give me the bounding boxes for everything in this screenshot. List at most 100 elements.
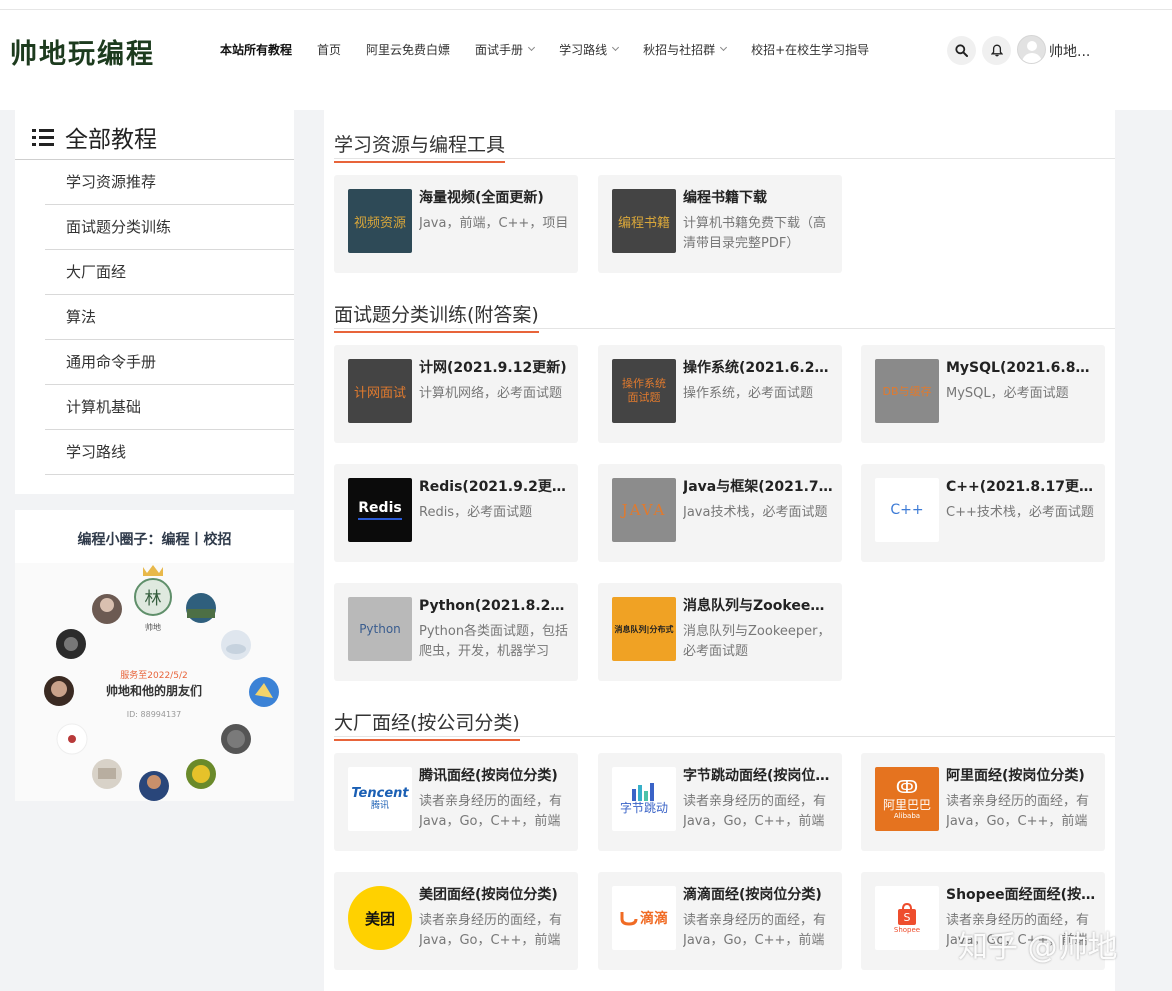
sidebar-item-algorithms[interactable]: 算法: [45, 295, 294, 340]
circle-service-text: 服务至2022/5/2: [120, 669, 187, 681]
python-thumbnail: Python: [348, 597, 412, 661]
card-description: 计算机书籍免费下载（高清带目录完整PDF）: [683, 216, 827, 251]
nav-interview-manual[interactable]: 面试手册: [475, 41, 536, 58]
mysql-thumbnail: DB与缓存: [875, 359, 939, 423]
mq-thumbnail: 消息队列|分布式: [612, 597, 676, 661]
card-description: 操作系统，必考面试题: [683, 386, 814, 401]
book-thumbnail: 编程书籍: [612, 189, 676, 253]
circle-owner: 帅地: [145, 622, 161, 632]
sidebar-item-learning-path[interactable]: 学习路线: [45, 430, 294, 475]
site-header: 帅地玩编程 本站所有教程 首页 阿里云免费白嫖 面试手册 学习路线 秋招与社招群…: [0, 10, 1172, 110]
network-thumbnail: 计网面试: [348, 359, 412, 423]
video-thumbnail: 视频资源: [348, 189, 412, 253]
card-description: C++技术栈，必考面试题: [946, 505, 1094, 520]
meituan-logo: 美团: [348, 886, 412, 950]
nav-label: 学习路线: [559, 43, 608, 57]
zhihu-watermark: 知乎 @帅地: [958, 930, 1118, 965]
nav-label: 阿里云免费白嫖: [366, 43, 451, 57]
search-button[interactable]: [947, 36, 976, 65]
main-content: 学习资源与编程工具 视频资源 海量视频(全面更新) Java，前端，C++，项目…: [324, 110, 1115, 991]
card-title: 消息队列与Zookeeper: [683, 598, 833, 614]
nav-home[interactable]: 首页: [317, 41, 341, 58]
card-description: Java，前端，C++，项目: [419, 216, 569, 231]
card-cpp[interactable]: C++ C++(2021.8.17更新) C++技术栈，必考面试题: [861, 464, 1105, 562]
divider: [334, 158, 1115, 159]
divider: [334, 328, 1115, 329]
shopee-logo: S Shopee: [875, 886, 939, 950]
chevron-down-icon: [720, 43, 728, 52]
search-icon: [955, 44, 968, 57]
card-tencent[interactable]: Tencent 腾讯 腾讯面经(按岗位分类) 读者亲身经历的面经，有Java，G…: [334, 753, 578, 851]
circle-title: 编程小圈子：编程丨校招: [77, 532, 232, 548]
os-thumbnail: 操作系统面试题: [612, 359, 676, 423]
nav-label: 校招+在校生学习指导: [751, 43, 870, 57]
card-meituan[interactable]: 美团 美团面经(按岗位分类) 读者亲身经历的面经，有Java，Go，C++，前端: [334, 872, 578, 970]
sidebar-title: 全部教程: [32, 120, 157, 154]
card-redis[interactable]: Redis Redis(2021.9.2更新,全) Redis，必考面试题: [334, 464, 578, 562]
card-description: 消息队列与Zookeeper，必考面试题: [683, 624, 831, 659]
nav-label: 秋招与社招群: [643, 43, 716, 57]
circle-group-id: ID: 88994137: [127, 710, 181, 719]
card-videos[interactable]: 视频资源 海量视频(全面更新) Java，前端，C++，项目: [334, 175, 578, 273]
card-python[interactable]: Python Python(2021.8.27更新) Python各类面试题，包…: [334, 583, 578, 681]
card-title: Shopee面经面经(按岗位分类): [946, 887, 1096, 903]
java-thumbnail: JAVA: [612, 478, 676, 542]
sidebar-item-commands[interactable]: 通用命令手册: [45, 340, 294, 385]
card-description: 读者亲身经历的面经，有Java，Go，C++，前端: [419, 794, 563, 829]
card-description: Redis，必考面试题: [419, 505, 533, 520]
browser-top-strip: [0, 0, 1172, 10]
circle-group-name: 帅地和他的朋友们: [106, 683, 202, 698]
sidebar-item-cs-basics[interactable]: 计算机基础: [45, 385, 294, 430]
card-description: MySQL，必考面试题: [946, 386, 1069, 401]
sidebar-item-interview-training[interactable]: 面试题分类训练: [45, 205, 294, 250]
card-title: Python(2021.8.27更新): [419, 598, 569, 614]
sidebar-title-text: 全部教程: [65, 127, 157, 153]
card-mq-zookeeper[interactable]: 消息队列|分布式 消息队列与Zookeeper 消息队列与Zookeeper，必…: [598, 583, 842, 681]
card-title: 字节跳动面经(按岗位分类): [683, 768, 833, 784]
chevron-down-icon: [612, 43, 620, 52]
card-description: 读者亲身经历的面经，有Java，Go，C++，前端: [683, 913, 827, 948]
card-title: 滴滴面经(按岗位分类): [683, 887, 822, 903]
alibaba-logo: ↂ 阿里巴巴 Alibaba: [875, 767, 939, 831]
card-title: 计网(2021.9.12更新): [419, 360, 567, 376]
nav-campus-guide[interactable]: 校招+在校生学习指导: [751, 41, 869, 58]
card-didi[interactable]: 滴滴 滴滴面经(按岗位分类) 读者亲身经历的面经，有Java，Go，C++，前端: [598, 872, 842, 970]
user-avatar[interactable]: [1017, 35, 1046, 64]
sidebar-tutorials: 全部教程 学习资源推荐 面试题分类训练 大厂面经 算法 通用命令手册 计算机基础…: [15, 110, 294, 494]
card-java[interactable]: JAVA Java与框架(2021.7.14更新) Java技术栈，必考面试题: [598, 464, 842, 562]
card-books[interactable]: 编程书籍 编程书籍下载 计算机书籍免费下载（高清带目录完整PDF）: [598, 175, 842, 273]
notification-button[interactable]: [982, 36, 1011, 65]
card-mysql[interactable]: DB与缓存 MySQL(2021.6.8更新) MySQL，必考面试题: [861, 345, 1105, 443]
nav-all-tutorials[interactable]: 本站所有教程: [220, 41, 292, 58]
card-title: Java与框架(2021.7.14更新): [683, 479, 833, 495]
nav-label: 首页: [317, 43, 342, 57]
card-network[interactable]: 计网面试 计网(2021.9.12更新) 计算机网络，必考面试题: [334, 345, 578, 443]
card-os[interactable]: 操作系统面试题 操作系统(2021.6.22更新) 操作系统，必考面试题: [598, 345, 842, 443]
circle-group-image[interactable]: 林 帅地 服务至2022/5/2 帅地和他的朋友们 ID: 88994137: [15, 563, 294, 801]
nav-recruit-group[interactable]: 秋招与社招群: [643, 41, 728, 58]
site-logo[interactable]: 帅地玩编程: [10, 32, 155, 71]
bytedance-logo: 字节跳动: [612, 767, 676, 831]
card-description: Java技术栈，必考面试题: [683, 505, 828, 520]
card-title: 编程书籍下载: [683, 190, 767, 206]
card-alibaba[interactable]: ↂ 阿里巴巴 Alibaba 阿里面经(按岗位分类) 读者亲身经历的面经，有Ja…: [861, 753, 1105, 851]
card-title: 阿里面经(按岗位分类): [946, 768, 1085, 784]
didi-logo: 滴滴: [612, 886, 676, 950]
username[interactable]: 帅地...: [1049, 41, 1090, 61]
card-title: MySQL(2021.6.8更新): [946, 360, 1096, 376]
card-title: 腾讯面经(按岗位分类): [419, 768, 558, 784]
sidebar-item-resources[interactable]: 学习资源推荐: [45, 160, 294, 205]
nav-label: 本站所有教程: [220, 43, 293, 57]
cpp-thumbnail: C++: [875, 478, 939, 542]
nav-label: 面试手册: [475, 43, 524, 57]
svg-text:S: S: [904, 911, 911, 924]
nav-learning-path[interactable]: 学习路线: [559, 41, 620, 58]
card-description: 计算机网络，必考面试题: [419, 386, 563, 401]
chevron-down-icon: [528, 43, 536, 52]
card-bytedance[interactable]: 字节跳动 字节跳动面经(按岗位分类) 读者亲身经历的面经，有Java，Go，C+…: [598, 753, 842, 851]
card-title: C++(2021.8.17更新): [946, 479, 1096, 495]
nav-aliyun[interactable]: 阿里云免费白嫖: [366, 41, 450, 58]
card-description: 读者亲身经历的面经，有Java，Go，C++，前端: [683, 794, 827, 829]
sidebar-item-company-interviews[interactable]: 大厂面经: [45, 250, 294, 295]
card-title: 操作系统(2021.6.22更新): [683, 360, 833, 376]
